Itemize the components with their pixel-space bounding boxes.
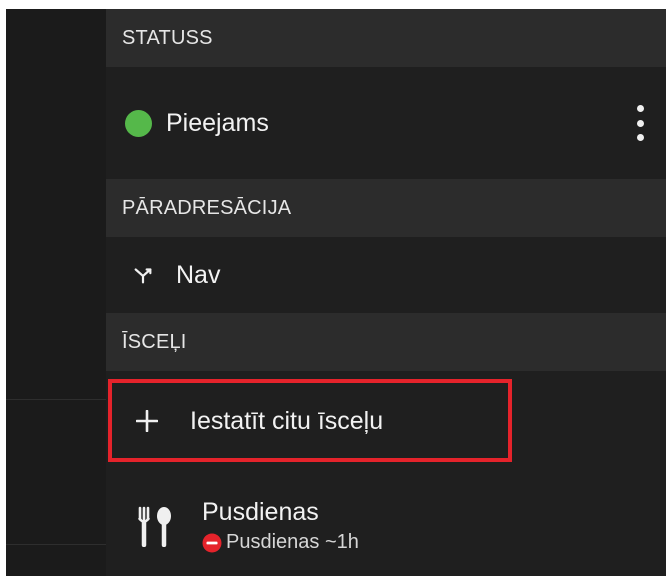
left-pane bbox=[6, 9, 106, 576]
left-divider bbox=[6, 544, 106, 545]
status-panel: STATUSS Pieejams PĀRADRESĀCIJA Nav ĪSCEĻ… bbox=[106, 9, 666, 576]
shortcuts-section-header: ĪSCEĻI bbox=[106, 313, 666, 371]
screenshot-frame: STATUSS Pieejams PĀRADRESĀCIJA Nav ĪSCEĻ… bbox=[0, 0, 666, 576]
forwarding-section-header: PĀRADRESĀCIJA bbox=[106, 179, 666, 237]
shortcut-item-lunch[interactable]: Pusdienas Pusdienas ~1h bbox=[106, 475, 666, 576]
status-header-label: STATUSS bbox=[122, 26, 213, 49]
forwarding-row[interactable]: Nav bbox=[106, 237, 666, 313]
shortcut-subtitle: Pusdienas ~1h bbox=[226, 531, 359, 553]
status-row[interactable]: Pieejams bbox=[106, 67, 666, 179]
shortcut-item-text: Pusdienas Pusdienas ~1h bbox=[202, 497, 359, 554]
forwarding-label: Nav bbox=[176, 260, 221, 289]
shortcuts-header-label: ĪSCEĻI bbox=[122, 330, 187, 353]
left-divider bbox=[6, 399, 106, 400]
more-vert-icon[interactable] bbox=[634, 105, 646, 141]
do-not-disturb-icon bbox=[202, 533, 222, 552]
status-section-header: STATUSS bbox=[106, 9, 666, 67]
shortcut-subtitle-row: Pusdienas ~1h bbox=[202, 531, 359, 554]
app-screen: STATUSS Pieejams PĀRADRESĀCIJA Nav ĪSCEĻ… bbox=[6, 9, 666, 576]
fork-spoon-icon bbox=[137, 506, 171, 547]
add-shortcut-label: Iestatīt citu īsceļu bbox=[190, 406, 384, 435]
forwarding-header-label: PĀRADRESĀCIJA bbox=[122, 196, 292, 219]
status-label: Pieejams bbox=[166, 108, 269, 137]
plus-icon bbox=[136, 410, 158, 432]
status-available-indicator bbox=[125, 109, 152, 137]
add-shortcut-button[interactable]: Iestatīt citu īsceļu bbox=[106, 371, 666, 471]
shortcut-title: Pusdienas bbox=[202, 498, 319, 526]
call-forward-icon bbox=[134, 268, 152, 284]
